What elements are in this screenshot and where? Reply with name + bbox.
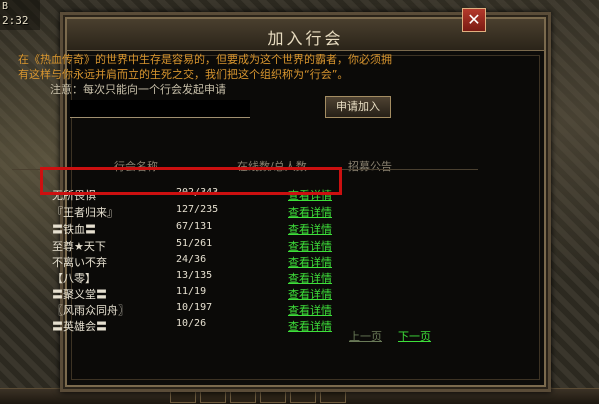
- guild-name: 不离い不弃: [52, 256, 107, 269]
- guild-name: 【八零】: [52, 272, 96, 285]
- guild-name: 至尊★天下: [52, 240, 106, 253]
- guild-row[interactable]: 〓英雄会〓 10/26 查看详情: [40, 317, 340, 333]
- guild-row[interactable]: 无所畏惧 202/343 查看详情: [40, 186, 340, 202]
- guild-name: 〓英雄会〓: [52, 320, 107, 333]
- view-details-link[interactable]: 查看详情: [288, 238, 332, 254]
- view-details-link[interactable]: 查看详情: [288, 221, 332, 237]
- guild-name: 〓铁血〓: [52, 223, 96, 236]
- header-divider: [12, 169, 478, 170]
- guild-members: 10/26: [176, 318, 207, 329]
- guild-name: 无所畏惧: [52, 189, 96, 202]
- guild-row[interactable]: 不离い不弃 24/36 查看详情: [40, 253, 340, 269]
- view-details-link[interactable]: 查看详情: [288, 187, 332, 203]
- skill-slot[interactable]: [230, 391, 256, 403]
- view-details-link[interactable]: 查看详情: [288, 302, 332, 318]
- next-page-link[interactable]: 下一页: [398, 328, 431, 344]
- skill-slot[interactable]: [170, 391, 196, 403]
- column-header-members: 在线数/总人数: [237, 160, 307, 173]
- column-header-guild-name: 行会名称: [114, 160, 158, 173]
- hud-clock: B 2:32: [0, 0, 40, 30]
- column-header-recruit: 招募公告: [348, 160, 392, 173]
- view-details-link[interactable]: 查看详情: [288, 270, 332, 286]
- intro-line: 在《热血传奇》的世界中生存是容易的，但要成为这个世界的霸者，你必须拥: [18, 53, 392, 66]
- prev-page-link[interactable]: 上一页: [349, 328, 382, 344]
- skill-slot[interactable]: [200, 391, 226, 403]
- guild-row[interactable]: 【八零】 13/135 查看详情: [40, 269, 340, 285]
- guild-members: 202/343: [176, 187, 219, 198]
- guild-members: 11/19: [176, 286, 207, 297]
- guild-name: 〖风雨众同舟〗: [52, 304, 129, 317]
- skill-slot[interactable]: [320, 391, 346, 403]
- guild-name-input[interactable]: [70, 100, 250, 118]
- guild-row[interactable]: 〓聚义堂〓 11/19 查看详情: [40, 285, 340, 301]
- guild-name: 『王者归来』: [52, 206, 118, 219]
- guild-members: 127/235: [176, 204, 219, 215]
- guild-members: 67/131: [176, 221, 213, 232]
- view-details-link[interactable]: 查看详情: [288, 204, 332, 220]
- apply-join-button[interactable]: 申请加入: [325, 96, 391, 118]
- hud-time: 2:32: [2, 14, 29, 27]
- guild-members: 51/261: [176, 238, 213, 249]
- close-icon: ✕: [467, 10, 481, 29]
- skill-slot[interactable]: [290, 391, 316, 403]
- view-details-link[interactable]: 查看详情: [288, 286, 332, 302]
- guild-members: 13/135: [176, 270, 213, 281]
- notice-text: 注意：每次只能向一个行会发起申请: [50, 83, 226, 96]
- view-details-link[interactable]: 查看详情: [288, 254, 332, 270]
- guild-members: 10/197: [176, 302, 213, 313]
- skill-slot[interactable]: [260, 391, 286, 403]
- guild-row[interactable]: 『王者归来』 127/235 查看详情: [40, 203, 340, 219]
- guild-row[interactable]: 至尊★天下 51/261 查看详情: [40, 237, 340, 253]
- close-button[interactable]: ✕: [462, 8, 486, 32]
- intro-text: 在《热血传奇》的世界中生存是容易的，但要成为这个世界的霸者，你必须拥 有这样与你…: [18, 52, 468, 82]
- intro-line: 有这样与你永远并肩而立的生死之交，我们把这个组织称为“行会”。: [18, 68, 349, 81]
- guild-members: 24/36: [176, 254, 207, 265]
- guild-name: 〓聚义堂〓: [52, 288, 107, 301]
- hud-date: B: [2, 1, 9, 12]
- view-details-link[interactable]: 查看详情: [288, 318, 332, 334]
- guild-row[interactable]: 〓铁血〓 67/131 查看详情: [40, 220, 340, 236]
- guild-row[interactable]: 〖风雨众同舟〗 10/197 查看详情: [40, 301, 340, 317]
